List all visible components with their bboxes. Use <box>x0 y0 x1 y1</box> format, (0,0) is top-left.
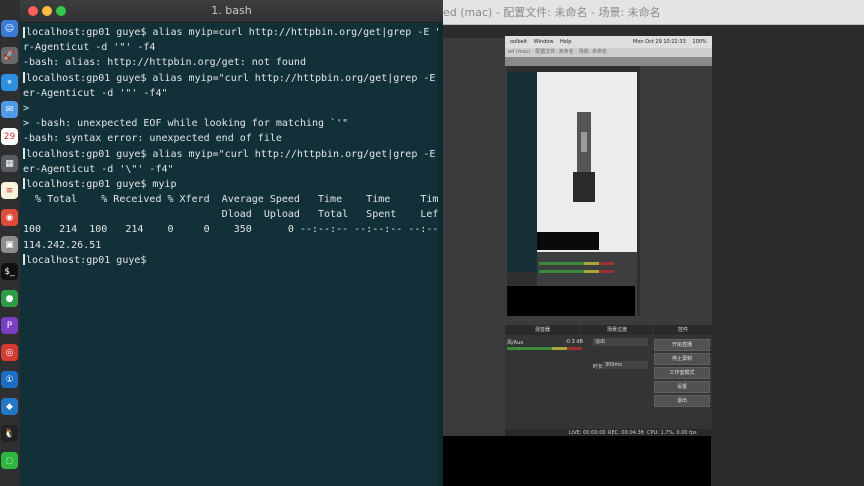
mini-toolbar <box>505 57 712 66</box>
preview-terminal-ghost <box>450 60 500 200</box>
prompt-marker <box>23 254 25 266</box>
app-bottom-black <box>443 436 711 486</box>
terminal-line: r-Agenticut -d '"' -f4 <box>23 40 439 55</box>
terminal-line-text: 114.242.26.51 <box>23 239 102 251</box>
mini-docks: 混音器 场景过渡 控件 风/Aux -0.3 dB 淡出 时长 300ms 开始… <box>505 325 712 438</box>
duration-input[interactable]: 300ms <box>603 361 648 369</box>
terminal-line-text: localhost:gp01 guye$ myip <box>26 178 177 190</box>
mini-terminal <box>507 72 537 272</box>
prompt-marker <box>23 148 25 159</box>
studio-mode-button[interactable]: 工作室模式 <box>654 367 710 379</box>
terminal-line: localhost:gp01 guye$ <box>23 253 439 268</box>
mini-menu-item: Help <box>560 39 572 45</box>
mail-icon[interactable]: ✉ <box>1 101 18 118</box>
qq-icon[interactable]: 🐧 <box>1 425 18 442</box>
controls-header: 控件 <box>654 325 712 335</box>
mini-black-area <box>507 286 635 316</box>
1password-icon[interactable]: ① <box>1 371 18 388</box>
audio-meter <box>507 347 582 350</box>
prompt-marker <box>23 72 25 84</box>
purple-app-icon[interactable]: P <box>1 317 18 334</box>
terminal-line: er-Agenticut -d '\"' -f4" <box>23 162 439 177</box>
terminal-line: -bash: alias: http://httpbin.org/get: no… <box>23 55 439 70</box>
terminal-line-text: er-Agenticut -d '\"' -f4" <box>23 163 174 175</box>
terminal-title: 1. bash <box>211 4 252 17</box>
terminal-line: er-Agenticut -d '"' -f4" <box>23 86 439 101</box>
terminal-line-text: > <box>23 102 30 114</box>
prompt-marker <box>23 178 25 190</box>
app-window-title: ed (mac) - 配置文件: 未命名 - 场景: 未命名 <box>443 6 661 19</box>
terminal-line-text: -bash: alias: http://httpbin.org/get: no… <box>23 57 306 69</box>
dock: ☺ 🚀 ⌖ ✉ 29 ▦ ≡ ◉ ▣ $_ ● P ◎ ① ◆ 🐧 ◌ <box>0 0 20 486</box>
settings-button[interactable]: 设置 <box>654 381 710 393</box>
terminal-line: > <box>23 101 439 116</box>
terminal-line: % Total % Received % Xferd Average Speed… <box>23 192 499 207</box>
notes-icon[interactable]: ≡ <box>1 182 18 199</box>
terminal-line: 100 214 100 214 0 0 350 0 --:--:-- --:--… <box>23 222 493 237</box>
terminal-line: Dload Upload Total Spent Left Speed <box>23 207 487 222</box>
terminal-line: localhost:gp01 guye$ alias myip="curl ht… <box>23 71 538 86</box>
mini-dark-block <box>537 232 599 250</box>
terminal-icon[interactable]: $_ <box>1 263 18 280</box>
netease-music-icon[interactable]: ◎ <box>1 344 18 361</box>
terminal-line-text: 100 214 100 214 0 0 350 0 --:--:-- --:--… <box>23 224 493 236</box>
mini-clock: Mon Oct 29 10:22:33 <box>633 39 686 45</box>
terminal-line-text: localhost:gp01 guye$ <box>26 254 153 266</box>
start-streaming-button[interactable]: 开始直播 <box>654 339 710 351</box>
terminal-line-text: -bash: syntax error: unexpected end of f… <box>23 133 282 145</box>
preview-icon[interactable]: ▣ <box>1 236 18 253</box>
stop-recording-button[interactable]: 停止录制 <box>654 353 710 365</box>
recorded-preview[interactable]: oolbelt Window Help Mon Oct 29 10:22:33 … <box>505 36 712 438</box>
mini-window-title: ed (mac) - 配置文件: 未命名 - 场景: 未命名 <box>505 48 712 57</box>
terminal-line: -bash: syntax error: unexpected end of f… <box>23 131 439 146</box>
launchpad-icon[interactable]: 🚀 <box>1 47 18 64</box>
terminal-title-bar[interactable]: 1. bash <box>20 0 443 23</box>
wechat-icon[interactable]: ◌ <box>1 452 18 469</box>
prompt-marker <box>23 26 25 38</box>
chrome-icon[interactable]: ◉ <box>1 209 18 226</box>
terminal-output[interactable]: localhost:gp01 guye$ alias myip=curl htt… <box>23 25 538 268</box>
mini-battery: 100% <box>692 39 707 45</box>
vscode-icon[interactable]: ◆ <box>1 398 18 415</box>
exit-button[interactable]: 退出 <box>654 395 710 407</box>
mission-control-icon[interactable]: ▦ <box>1 155 18 172</box>
duration-label: 时长 <box>593 364 604 370</box>
mini-canvas-art <box>573 112 595 202</box>
mini-canvas-area <box>507 66 640 316</box>
audio-source-label: 风/Aux <box>507 340 524 346</box>
audio-db: -0.3 dB <box>565 339 583 345</box>
safari-icon[interactable]: ⌖ <box>1 74 18 91</box>
terminal-line: > -bash: unexpected EOF while looking fo… <box>23 116 439 131</box>
mixer-header: 混音器 <box>505 325 580 335</box>
finder-icon[interactable]: ☺ <box>1 20 18 37</box>
green-app-icon[interactable]: ● <box>1 290 18 307</box>
terminal-line: localhost:gp01 guye$ myip <box>23 177 439 192</box>
transitions-header: 场景过渡 <box>581 325 653 335</box>
mini-menu-item: oolbelt <box>510 39 528 45</box>
terminal-line-text: Dload Upload Total Spent Left Speed <box>23 209 487 221</box>
mini-menubar: oolbelt Window Help Mon Oct 29 10:22:33 … <box>505 36 712 48</box>
terminal-line-text: % Total % Received % Xferd Average Speed… <box>23 194 499 206</box>
terminal-line: 114.242.26.51 <box>23 238 439 253</box>
mini-canvas <box>537 72 637 252</box>
app-title-bar[interactable]: ed (mac) - 配置文件: 未命名 - 场景: 未命名 <box>443 0 864 25</box>
transition-select[interactable]: 淡出 <box>593 338 648 346</box>
terminal-line: localhost:gp01 guye$ alias myip=curl htt… <box>23 25 538 40</box>
terminal-line-text: er-Agenticut -d '"' -f4" <box>23 87 168 99</box>
mini-meter <box>539 262 614 265</box>
mini-meter <box>539 270 614 273</box>
terminal-line-text: > -bash: unexpected EOF while looking fo… <box>23 118 349 130</box>
terminal-line: localhost:gp01 guye$ alias myip="curl ht… <box>23 147 538 162</box>
calendar-icon[interactable]: 29 <box>1 128 18 145</box>
mini-menu-item: Window <box>533 39 554 45</box>
terminal-line-text: r-Agenticut -d '"' -f4 <box>23 42 156 54</box>
terminal-window[interactable]: 1. bash localhost:gp01 guye$ alias myip=… <box>20 0 538 486</box>
